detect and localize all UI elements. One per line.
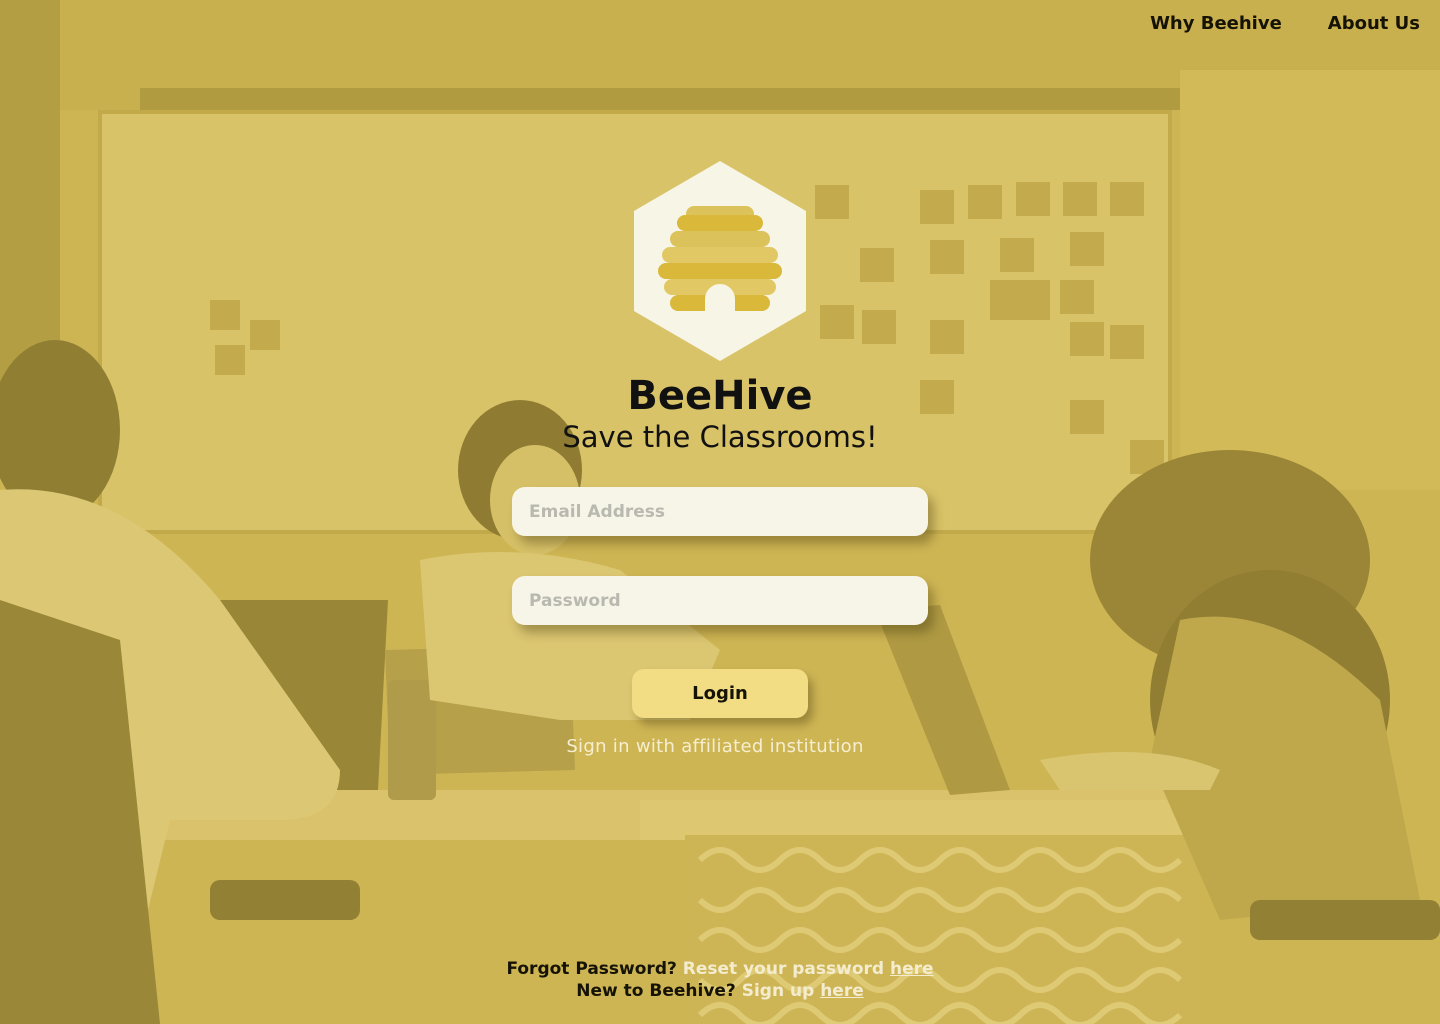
brand-tagline: Save the Classrooms! (562, 420, 878, 454)
signup-line: New to Beehive? Sign up here (0, 980, 1440, 1002)
forgot-password-question: Forgot Password? (506, 959, 677, 979)
nav-about-us-link[interactable]: About Us (1328, 12, 1420, 36)
signup-link[interactable]: here (820, 981, 864, 1001)
login-page: Why Beehive About Us BeeHive Save the Cl… (0, 0, 1440, 1024)
forgot-password-line: Forgot Password? Reset your password her… (0, 958, 1440, 980)
footer-links: Forgot Password? Reset your password her… (0, 958, 1440, 1002)
reset-password-link[interactable]: here (890, 959, 934, 979)
beehive-logo-icon (634, 161, 806, 361)
password-field[interactable] (512, 576, 928, 625)
reset-password-text: Reset your password (682, 959, 885, 979)
sso-institution-link[interactable]: Sign in with affiliated institution (0, 735, 1430, 759)
signup-text: Sign up (741, 981, 815, 1001)
login-button[interactable]: Login (632, 669, 808, 718)
email-field[interactable] (512, 487, 928, 536)
nav-why-beehive-link[interactable]: Why Beehive (1150, 12, 1282, 36)
top-nav: Why Beehive About Us (1150, 12, 1420, 36)
brand-title: BeeHive (627, 373, 813, 419)
signup-question: New to Beehive? (576, 981, 736, 1001)
